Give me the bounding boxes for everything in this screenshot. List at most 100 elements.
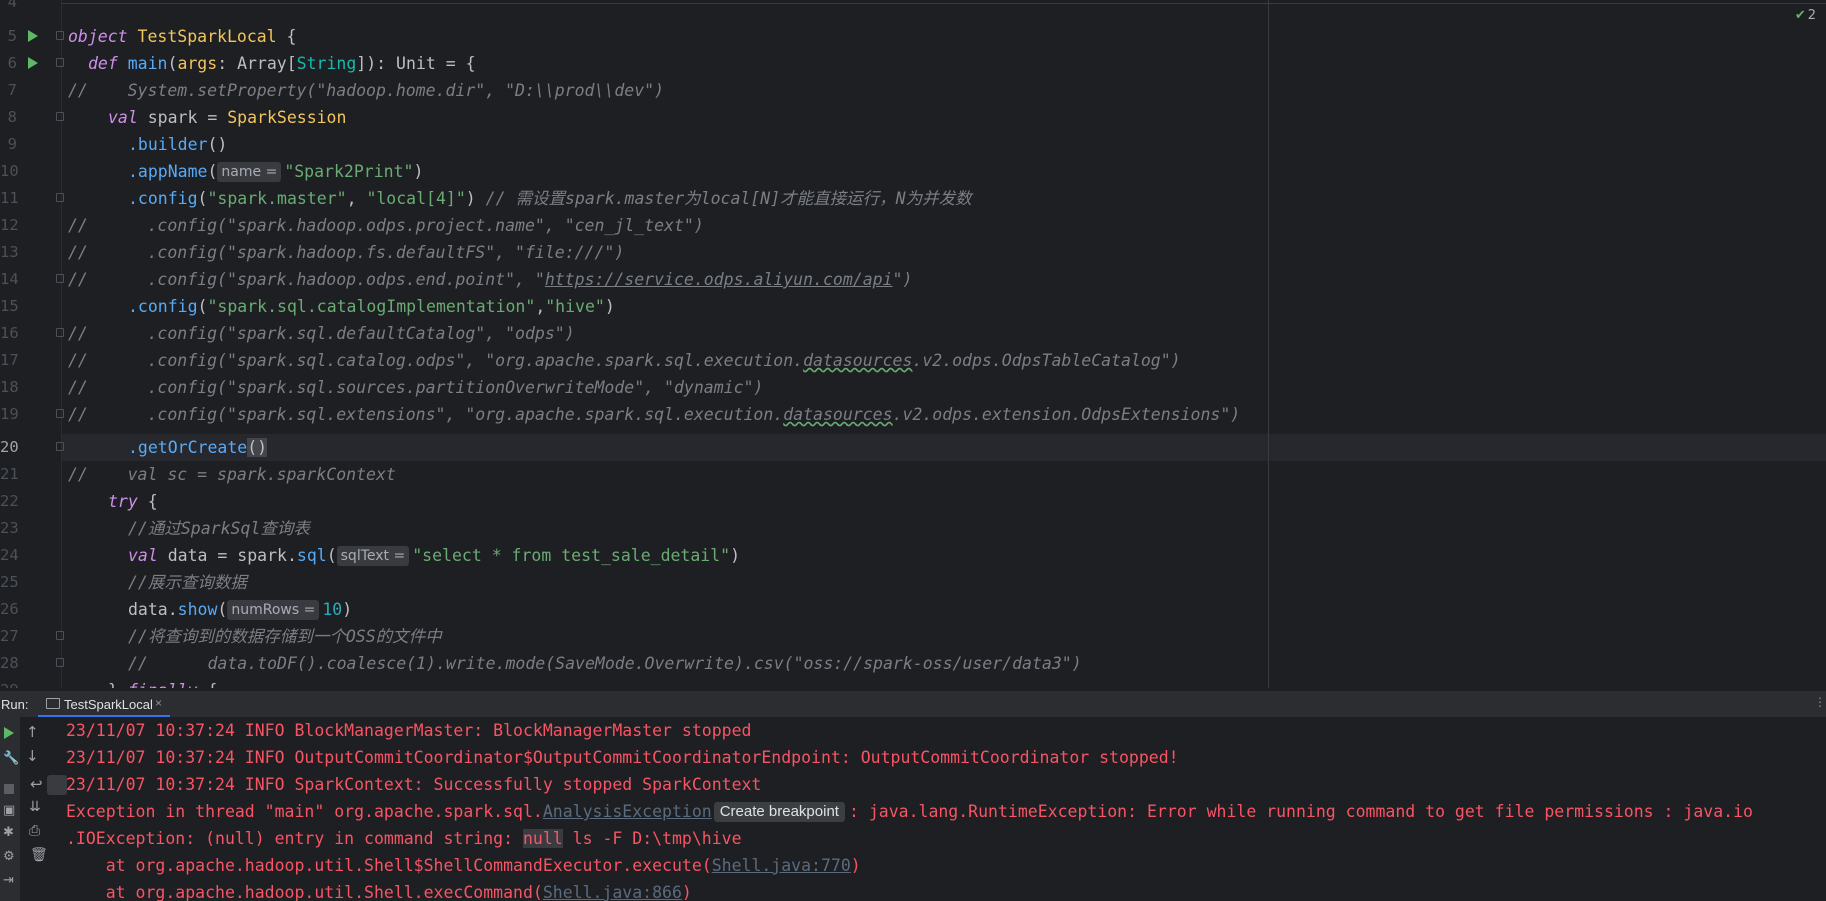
code-line[interactable]: 27 //将查询到的数据存储到一个OSS的文件中 <box>0 623 1826 650</box>
code-comment: // .config("spark.sql.sources.partitionO… <box>68 378 764 397</box>
code-line[interactable]: 23 //通过SparkSql查询表 <box>0 515 1826 542</box>
console-line: 23/11/07 10:37:24 INFO SparkContext: Suc… <box>66 775 762 794</box>
code-line[interactable]: 22 try { <box>0 488 1826 515</box>
parameter-hint: sqlText = <box>336 546 410 566</box>
code-editor[interactable]: ✔ 2 4 5 object TestSparkLocal { 6 def mai… <box>0 0 1826 688</box>
scroll-to-end-icon[interactable]: ⇊ <box>29 799 41 815</box>
code-line[interactable]: 21 // val sc = spark.sparkContext <box>0 461 1826 488</box>
code-text: .appName(name = "Spark2Print") <box>128 162 424 182</box>
code-line[interactable]: 5 object TestSparkLocal { <box>0 23 1826 50</box>
fold-icon[interactable] <box>56 58 64 67</box>
code-text: try { <box>108 492 158 511</box>
console-toolbar: ↑ ↓ ↩ ⇊ ⎙ 🗑 <box>20 717 67 901</box>
code-line[interactable]: 13 // .config("spark.hadoop.fs.defaultFS… <box>0 239 1826 266</box>
fold-icon[interactable] <box>56 274 64 283</box>
line-number: 28 <box>0 654 19 672</box>
line-number: 24 <box>0 546 19 564</box>
settings-icon[interactable]: ⚙ <box>3 849 15 864</box>
code-comment: // .config("spark.sql.extensions", "org.… <box>68 405 1241 424</box>
code-line[interactable]: 24 val data = spark.sql(sqlText = "select… <box>0 542 1826 569</box>
code-line[interactable]: 9 .builder() <box>0 131 1826 158</box>
code-comment: //展示查询数据 <box>128 573 247 592</box>
code-line[interactable]: 28 // data.toDF().coalesce(1).write.mode… <box>0 650 1826 677</box>
ide-window: ✔ 2 4 5 object TestSparkLocal { 6 def mai… <box>0 0 1826 901</box>
code-comment: // .config("spark.sql.defaultCatalog", "… <box>68 324 575 343</box>
run-console[interactable]: 🔧 ▣ ✱ ⚙ ⇥ ↑ ↓ ↩ ⇊ ⎙ 🗑 23/11/07 10:37:24 … <box>0 717 1826 901</box>
run-gutter-icon[interactable] <box>28 57 38 69</box>
code-comment: //通过SparkSql查询表 <box>128 519 310 538</box>
code-comment: // .config("spark.hadoop.fs.defaultFS", … <box>68 243 625 262</box>
soft-wrap-selected-bg <box>47 775 67 795</box>
print-icon[interactable]: ⎙ <box>29 823 40 839</box>
run-tab-testsparklocal[interactable]: TestSparkLocal × <box>38 691 170 717</box>
fold-icon[interactable] <box>56 658 64 667</box>
exception-link[interactable]: AnalysisException <box>543 802 712 821</box>
code-line[interactable]: 16 // .config("spark.sql.defaultCatalog"… <box>0 320 1826 347</box>
code-line[interactable]: 26 data.show(numRows = 10) <box>0 596 1826 623</box>
line-number: 6 <box>7 54 17 72</box>
code-line[interactable]: 12 // .config("spark.hadoop.odps.project… <box>0 212 1826 239</box>
code-comment: // val sc = spark.sparkContext <box>68 465 396 484</box>
rerun-icon[interactable] <box>4 727 14 739</box>
fold-icon[interactable] <box>56 328 64 337</box>
run-gutter-icon[interactable] <box>28 30 38 42</box>
fold-icon[interactable] <box>56 31 64 40</box>
code-line[interactable]: 6 def main(args: Array[String]): Unit = … <box>0 50 1826 77</box>
code-line[interactable]: 15 .config("spark.sql.catalogImplementat… <box>0 293 1826 320</box>
soft-wrap-icon[interactable]: ↩ <box>30 775 43 793</box>
line-number: 9 <box>7 135 17 153</box>
line-number: 18 <box>0 378 19 396</box>
code-line[interactable]: 17 // .config("spark.sql.catalog.odps", … <box>0 347 1826 374</box>
code-line[interactable]: 11 .config("spark.master", "local[4]") /… <box>0 185 1826 212</box>
code-line-current[interactable]: 20 .getOrCreate() <box>0 434 1826 461</box>
code-line[interactable]: 8 val spark = SparkSession <box>0 104 1826 131</box>
code-line[interactable]: 19 // .config("spark.sql.extensions", "o… <box>0 401 1826 428</box>
stacktrace-link[interactable]: Shell.java:770 <box>712 856 851 875</box>
code-line[interactable]: 25 //展示查询数据 <box>0 569 1826 596</box>
fold-icon[interactable] <box>56 112 64 121</box>
parameter-hint: name = <box>217 162 282 182</box>
fold-icon[interactable] <box>56 409 64 418</box>
camera-icon[interactable]: ▣ <box>3 803 15 818</box>
code-line[interactable]: 14 // .config("spark.hadoop.odps.end.poi… <box>0 266 1826 293</box>
line-number: 22 <box>0 492 19 510</box>
code-comment: // .config("spark.hadoop.odps.end.point"… <box>68 270 913 289</box>
line-number: 23 <box>0 519 19 537</box>
debug-icon[interactable]: ✱ <box>3 825 14 840</box>
arrow-down-icon[interactable]: ↓ <box>26 747 39 765</box>
line-number: 4 <box>7 0 17 11</box>
trash-icon[interactable]: 🗑 <box>30 847 48 863</box>
close-icon[interactable]: × <box>155 696 162 710</box>
stop-icon[interactable] <box>4 784 14 794</box>
code-text: .builder() <box>128 135 228 154</box>
line-number: 25 <box>0 573 19 591</box>
fold-icon[interactable] <box>56 631 64 640</box>
panel-options-icon[interactable]: ⋮ <box>1814 695 1826 709</box>
arrow-up-icon[interactable]: ↑ <box>26 723 39 741</box>
wrench-icon[interactable]: 🔧 <box>3 751 19 766</box>
fold-icon[interactable] <box>56 442 64 451</box>
code-comment: // data.toDF().coalesce(1).write.mode(Sa… <box>128 654 1082 673</box>
code-text: object TestSparkLocal { <box>68 27 297 46</box>
code-line[interactable]: 18 // .config("spark.sql.sources.partiti… <box>0 374 1826 401</box>
fold-icon[interactable] <box>56 193 64 202</box>
line-number: 10 <box>0 162 19 180</box>
code-line[interactable]: 29 } finally { <box>0 677 1826 688</box>
console-line: at org.apache.hadoop.util.Shell.execComm… <box>66 883 692 901</box>
line-number: 14 <box>0 270 19 288</box>
run-toolbar: 🔧 ▣ ✱ ⚙ ⇥ <box>0 717 20 901</box>
code-text: def main(args: Array[String]): Unit = { <box>88 54 476 73</box>
stacktrace-link[interactable]: Shell.java:866 <box>543 883 682 901</box>
code-text: .getOrCreate() <box>128 438 268 457</box>
line-number: 16 <box>0 324 19 342</box>
line-number: 13 <box>0 243 19 261</box>
run-label: Run: <box>1 697 29 712</box>
exit-icon[interactable]: ⇥ <box>3 873 14 888</box>
code-line[interactable]: 10 .appName(name = "Spark2Print") <box>0 158 1826 185</box>
code-text: .config("spark.master", "local[4]") // 需… <box>128 189 972 208</box>
code-line[interactable]: 4 <box>0 0 1826 16</box>
url-link: https://service.odps.aliyun.com/api <box>544 270 893 289</box>
line-number: 7 <box>7 81 17 99</box>
code-line[interactable]: 7 // System.setProperty("hadoop.home.dir… <box>0 77 1826 104</box>
create-breakpoint-button[interactable]: Create breakpoint <box>713 802 845 822</box>
